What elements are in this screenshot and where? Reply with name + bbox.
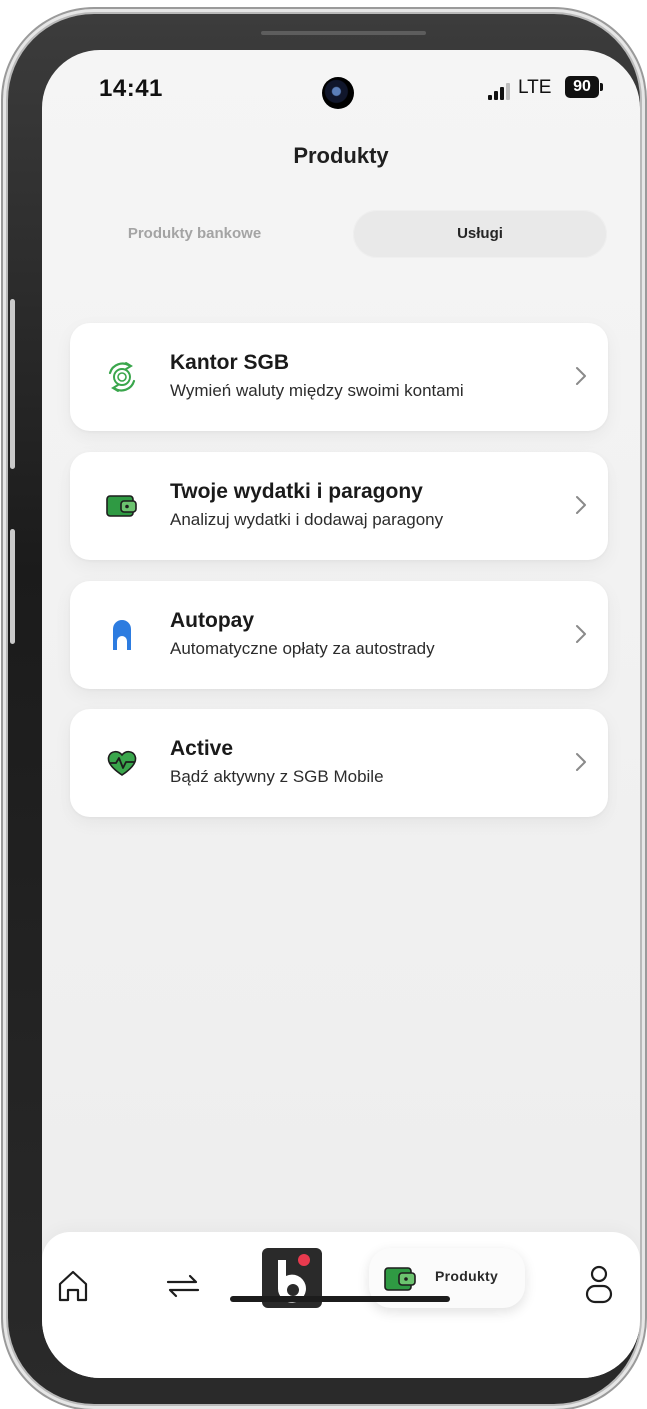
service-title: Kantor SGB: [170, 351, 290, 374]
power-button: [10, 529, 15, 644]
network-type: LTE: [518, 77, 552, 98]
service-subtitle: Automatyczne opłaty za autostrady: [170, 639, 435, 658]
page-title: Produkty: [293, 143, 389, 168]
service-title: Autopay: [170, 609, 254, 632]
status-time: 14:41: [99, 75, 163, 102]
chevron-right-icon: [576, 496, 586, 514]
service-card-wydatki[interactable]: Twoje wydatki i paragony Analizuj wydatk…: [70, 452, 608, 560]
home-icon[interactable]: [56, 1268, 90, 1304]
chevron-right-icon: [576, 367, 586, 385]
tab-produkty-bankowe[interactable]: Produkty bankowe: [82, 210, 307, 258]
chevron-right-icon: [576, 625, 586, 643]
heart-pulse-icon: [107, 750, 137, 776]
service-subtitle: Bądź aktywny z SGB Mobile: [170, 767, 384, 786]
service-title: Active: [170, 737, 234, 760]
wallet-icon: [106, 495, 137, 517]
phone-frame: 14:41 LTE 90 Produkty Produkty bankowe U…: [8, 14, 640, 1404]
nav-products-label: Produkty: [435, 1268, 499, 1284]
profile-icon[interactable]: [584, 1262, 614, 1306]
battery-tip: [600, 83, 603, 91]
service-card-kantor[interactable]: Kantor SGB Wymień waluty między swoimi k…: [70, 323, 608, 431]
chevron-right-icon: [576, 753, 586, 771]
segmented-tabs: Produkty bankowe Usługi: [82, 210, 607, 258]
service-card-autopay[interactable]: Autopay Automatyczne opłaty za autostrad…: [70, 581, 608, 689]
bottom-navigation: Produkty: [42, 1232, 640, 1378]
service-subtitle: Analizuj wydatki i dodawaj paragony: [170, 510, 444, 529]
volume-button: [10, 299, 15, 469]
battery-icon: 90: [565, 76, 599, 98]
speaker-slot: [261, 31, 426, 35]
service-subtitle: Wymień waluty między swoimi kontami: [170, 381, 464, 400]
wallet-icon: [384, 1267, 416, 1291]
transfer-arrows-icon[interactable]: [162, 1270, 204, 1302]
status-bar: 14:41 LTE 90: [42, 50, 640, 130]
home-indicator[interactable]: [230, 1296, 450, 1302]
signal-icon: [488, 82, 510, 100]
service-title: Twoje wydatki i paragony: [170, 480, 423, 503]
front-camera: [322, 77, 354, 109]
tab-uslugi[interactable]: Usługi: [353, 210, 607, 258]
autopay-icon: [113, 620, 131, 650]
service-card-active[interactable]: Active Bądź aktywny z SGB Mobile: [70, 709, 608, 817]
currency-exchange-icon: [108, 362, 136, 392]
app-screen: 14:41 LTE 90 Produkty Produkty bankowe U…: [42, 50, 640, 1378]
